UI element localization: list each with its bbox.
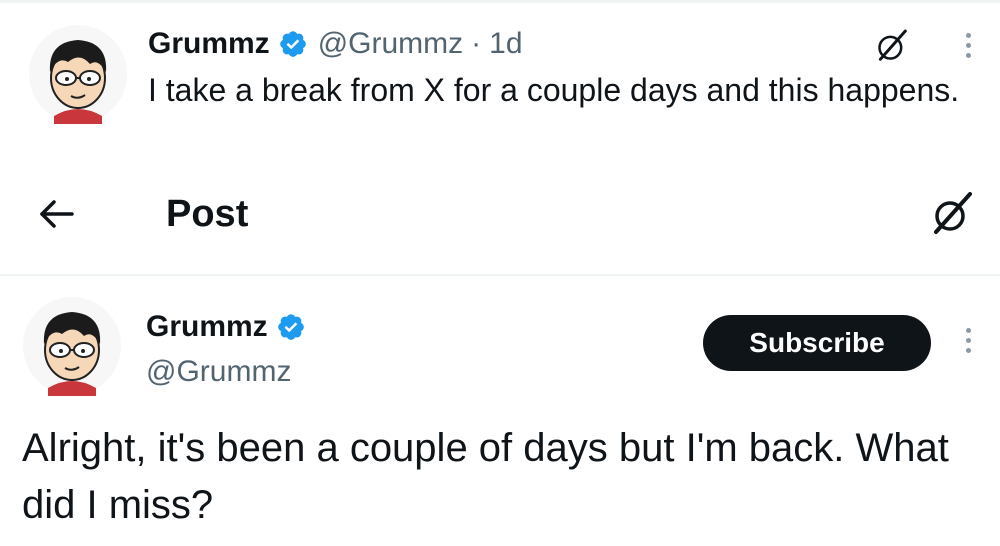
avatar[interactable] [28,24,128,124]
top-divider [0,0,1000,3]
quoted-tweet-text: I take a break from X for a couple days … [148,72,960,108]
subscribe-button[interactable]: Subscribe [703,315,931,371]
more-options-icon[interactable] [962,33,974,65]
grok-icon[interactable] [872,26,912,66]
verified-badge-icon [277,314,304,340]
verified-badge-icon [279,31,306,57]
author-handle[interactable]: @Grummz [146,352,291,392]
post-text: Alright, it's been a couple of days but … [22,426,949,527]
timestamp[interactable]: 1d [489,27,522,61]
arrow-left-icon[interactable] [34,192,78,236]
author-name[interactable]: Grummz [148,27,270,61]
page-title: Post [166,193,249,235]
author-name[interactable]: Grummz [146,310,268,344]
more-options-icon[interactable] [962,328,974,360]
author-handle[interactable]: @Grummz [318,27,463,61]
avatar[interactable] [22,296,122,396]
separator-dot: · [471,27,482,60]
section-divider [0,274,1000,276]
grok-icon[interactable] [928,190,976,238]
